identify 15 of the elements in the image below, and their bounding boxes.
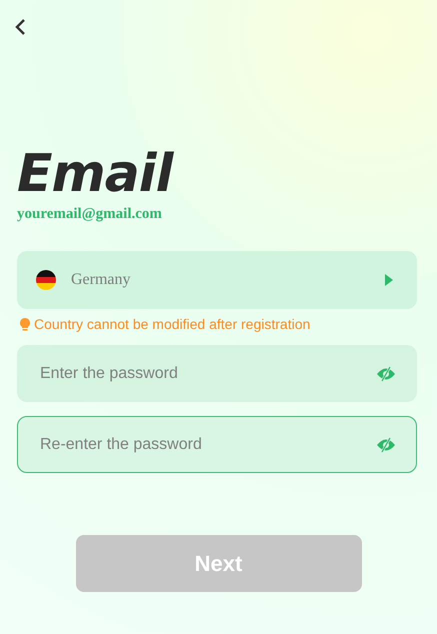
hide-password-icon[interactable] — [376, 366, 396, 382]
country-selector[interactable]: Germany — [17, 251, 417, 309]
back-icon[interactable] — [13, 18, 27, 36]
password-field[interactable]: Re-enter the password — [17, 416, 417, 473]
country-value: Germany — [71, 271, 132, 289]
hide-password-icon[interactable] — [376, 436, 396, 452]
password-input[interactable]: Enter the password — [38, 364, 376, 384]
notice-text: Country cannot be modified after registration — [34, 316, 310, 332]
page-title: Email — [17, 144, 175, 204]
password-field[interactable]: Enter the password — [17, 345, 417, 402]
triangle-icon — [385, 274, 393, 286]
email-address: youremail@gmail.com — [17, 206, 163, 223]
lightbulb-icon — [20, 318, 30, 330]
flag-icon — [36, 270, 56, 290]
password-input[interactable]: Re-enter the password — [38, 434, 376, 454]
